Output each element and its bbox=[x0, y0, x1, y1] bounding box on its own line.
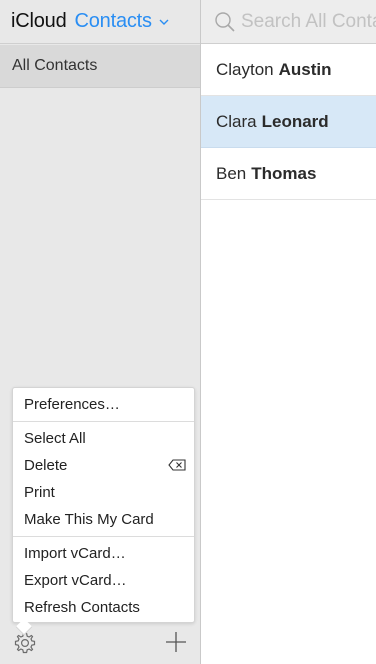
contact-row-selected[interactable]: Clara Leonard bbox=[201, 96, 376, 148]
search-bar bbox=[201, 0, 376, 44]
contact-last-name: Austin bbox=[278, 59, 332, 79]
menu-item-label: Print bbox=[24, 484, 55, 501]
menu-item-print[interactable]: Print bbox=[13, 479, 194, 506]
search-icon bbox=[215, 12, 235, 32]
contact-list-pane: Clayton Austin Clara Leonard Ben Thomas bbox=[201, 0, 376, 664]
contact-first-name: Clara bbox=[216, 111, 257, 131]
contact-last-name: Leonard bbox=[261, 111, 329, 131]
sidebar-header: iCloud Contacts bbox=[0, 0, 200, 44]
contact-row[interactable]: Clayton Austin bbox=[201, 44, 376, 96]
menu-item-delete[interactable]: Delete bbox=[13, 452, 194, 479]
menu-item-select-all[interactable]: Select All bbox=[13, 425, 194, 452]
contact-first-name: Ben bbox=[216, 163, 247, 183]
settings-menu: Preferences… Select All Delete Print Mak… bbox=[12, 387, 195, 623]
menu-section-preferences: Preferences… bbox=[13, 388, 194, 421]
plus-icon[interactable] bbox=[165, 631, 187, 653]
contact-first-name: Clayton bbox=[216, 59, 274, 79]
menu-item-import-vcard[interactable]: Import vCard… bbox=[13, 540, 194, 567]
section-title: Contacts bbox=[74, 10, 153, 32]
contact-last-name: Thomas bbox=[251, 163, 317, 183]
delete-key-icon bbox=[168, 459, 186, 471]
menu-item-label: Import vCard… bbox=[24, 545, 126, 562]
contact-list: Clayton Austin Clara Leonard Ben Thomas bbox=[201, 44, 376, 200]
app-brand: iCloud bbox=[11, 10, 67, 32]
menu-item-label: Refresh Contacts bbox=[24, 599, 140, 616]
group-all-contacts[interactable]: All Contacts bbox=[0, 45, 200, 88]
contact-row[interactable]: Ben Thomas bbox=[201, 148, 376, 200]
search-input[interactable] bbox=[241, 8, 376, 36]
chevron-down-icon bbox=[159, 19, 169, 25]
menu-item-export-vcard[interactable]: Export vCard… bbox=[13, 567, 194, 594]
menu-section-actions: Select All Delete Print Make This My Car… bbox=[13, 421, 194, 536]
group-label: All Contacts bbox=[12, 57, 98, 74]
menu-item-label: Delete bbox=[24, 457, 68, 474]
menu-item-make-my-card[interactable]: Make This My Card bbox=[13, 506, 194, 533]
section-switcher[interactable]: Contacts bbox=[75, 10, 169, 33]
menu-item-preferences[interactable]: Preferences… bbox=[13, 391, 194, 418]
menu-item-label: Preferences… bbox=[24, 396, 120, 413]
menu-item-refresh-contacts[interactable]: Refresh Contacts bbox=[13, 594, 194, 621]
menu-item-label: Export vCard… bbox=[24, 572, 127, 589]
menu-item-label: Select All bbox=[24, 430, 86, 447]
menu-item-label: Make This My Card bbox=[24, 511, 154, 528]
menu-section-vcard: Import vCard… Export vCard… Refresh Cont… bbox=[13, 536, 194, 624]
